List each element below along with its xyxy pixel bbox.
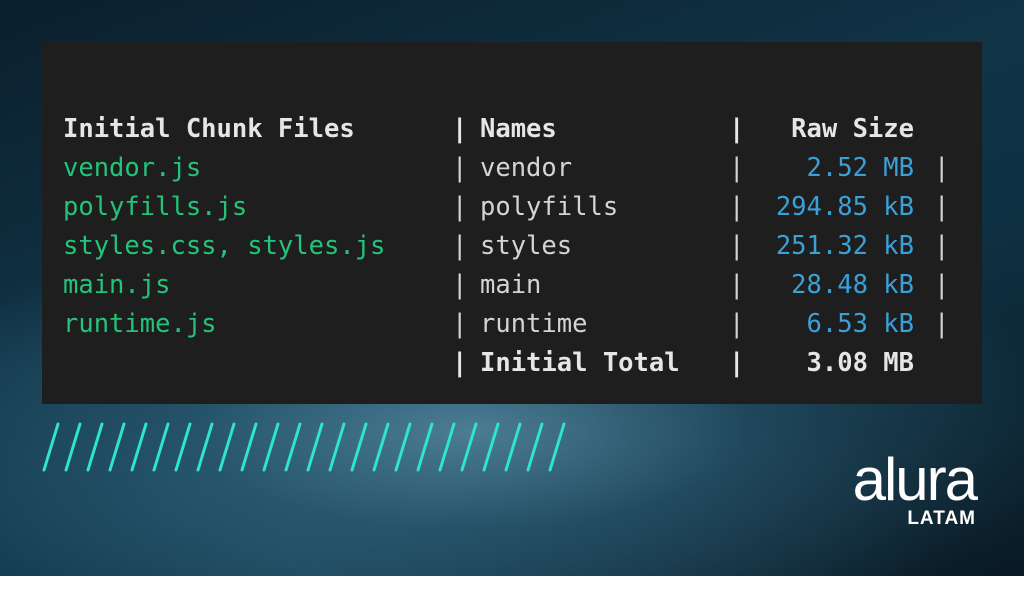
column-separator: | (729, 192, 745, 222)
stripe-line (482, 422, 500, 472)
stripe-line (196, 422, 214, 472)
stripe-line (174, 422, 192, 472)
stripe-line (284, 422, 302, 472)
stripe-line (130, 422, 148, 472)
stripe-line (262, 422, 280, 472)
chunk-name: polyfills (480, 192, 619, 222)
alura-latam-logo: alura LATAM (846, 446, 978, 542)
stripe-line (548, 422, 566, 472)
total-label: Initial Total (480, 348, 680, 378)
column-separator: | (729, 270, 745, 300)
stripe-line (394, 422, 412, 472)
table-row: polyfills.js | polyfills | 294.85 kB | (42, 190, 982, 224)
stripe-line (42, 422, 60, 472)
terminal-output: Initial Chunk Files | Names | Raw Size v… (42, 42, 982, 404)
table-row: vendor.js | vendor | 2.52 MB | (42, 151, 982, 185)
column-separator: | (452, 114, 468, 144)
chunk-file: polyfills.js (63, 192, 248, 222)
chunk-name: styles (480, 231, 573, 261)
chunk-size: 294.85 kB (775, 192, 914, 222)
stripe-line (86, 422, 104, 472)
stripe-line (306, 422, 324, 472)
chunk-name: runtime (480, 309, 588, 339)
chunk-size: 251.32 kB (775, 231, 914, 261)
column-separator: | (729, 114, 745, 144)
column-separator: | (452, 348, 468, 378)
chunk-size: 2.52 MB (806, 153, 914, 183)
stripe-line (372, 422, 390, 472)
stripe-line (438, 422, 456, 472)
column-separator: | (452, 309, 468, 339)
table-header-row: Initial Chunk Files | Names | Raw Size (42, 112, 982, 146)
header-files: Initial Chunk Files (63, 114, 355, 144)
column-separator: | (729, 231, 745, 261)
column-separator: | (452, 192, 468, 222)
chunk-file: runtime.js (63, 309, 217, 339)
column-separator: | (729, 348, 745, 378)
column-separator: | (452, 153, 468, 183)
chunk-size: 28.48 kB (791, 270, 914, 300)
column-separator: | (729, 309, 745, 339)
chunk-size: 6.53 kB (806, 309, 914, 339)
column-separator: | (934, 231, 950, 261)
header-names: Names (480, 114, 557, 144)
column-separator: | (934, 270, 950, 300)
table-row: main.js | main | 28.48 kB | (42, 268, 982, 302)
table-row: styles.css, styles.js | styles | 251.32 … (42, 229, 982, 263)
decorative-stripes (42, 422, 566, 472)
table-row: runtime.js | runtime | 6.53 kB | (42, 307, 982, 341)
chunk-file: styles.css, styles.js (63, 231, 386, 261)
column-separator: | (934, 153, 950, 183)
stripe-line (460, 422, 478, 472)
header-raw-size: Raw Size (791, 114, 914, 144)
stripe-line (64, 422, 82, 472)
stripe-line (416, 422, 434, 472)
chunk-file: main.js (63, 270, 171, 300)
stripe-line (218, 422, 236, 472)
column-separator: | (934, 192, 950, 222)
total-value: 3.08 MB (806, 348, 914, 378)
chunk-name: vendor (480, 153, 573, 183)
stripe-line (240, 422, 258, 472)
stripe-line (504, 422, 522, 472)
column-separator: | (934, 309, 950, 339)
column-separator: | (729, 153, 745, 183)
column-separator: | (452, 270, 468, 300)
stripe-line (526, 422, 544, 472)
stripe-line (152, 422, 170, 472)
stripe-line (350, 422, 368, 472)
bottom-strip (0, 576, 1024, 597)
chunk-name: main (480, 270, 542, 300)
stripe-line (108, 422, 126, 472)
table-total-row: | Initial Total | 3.08 MB (42, 346, 982, 380)
stripe-line (328, 422, 346, 472)
banner-background: Initial Chunk Files | Names | Raw Size v… (0, 0, 1024, 576)
column-separator: | (452, 231, 468, 261)
chunk-file: vendor.js (63, 153, 202, 183)
logo-wordmark: alura (852, 446, 978, 513)
